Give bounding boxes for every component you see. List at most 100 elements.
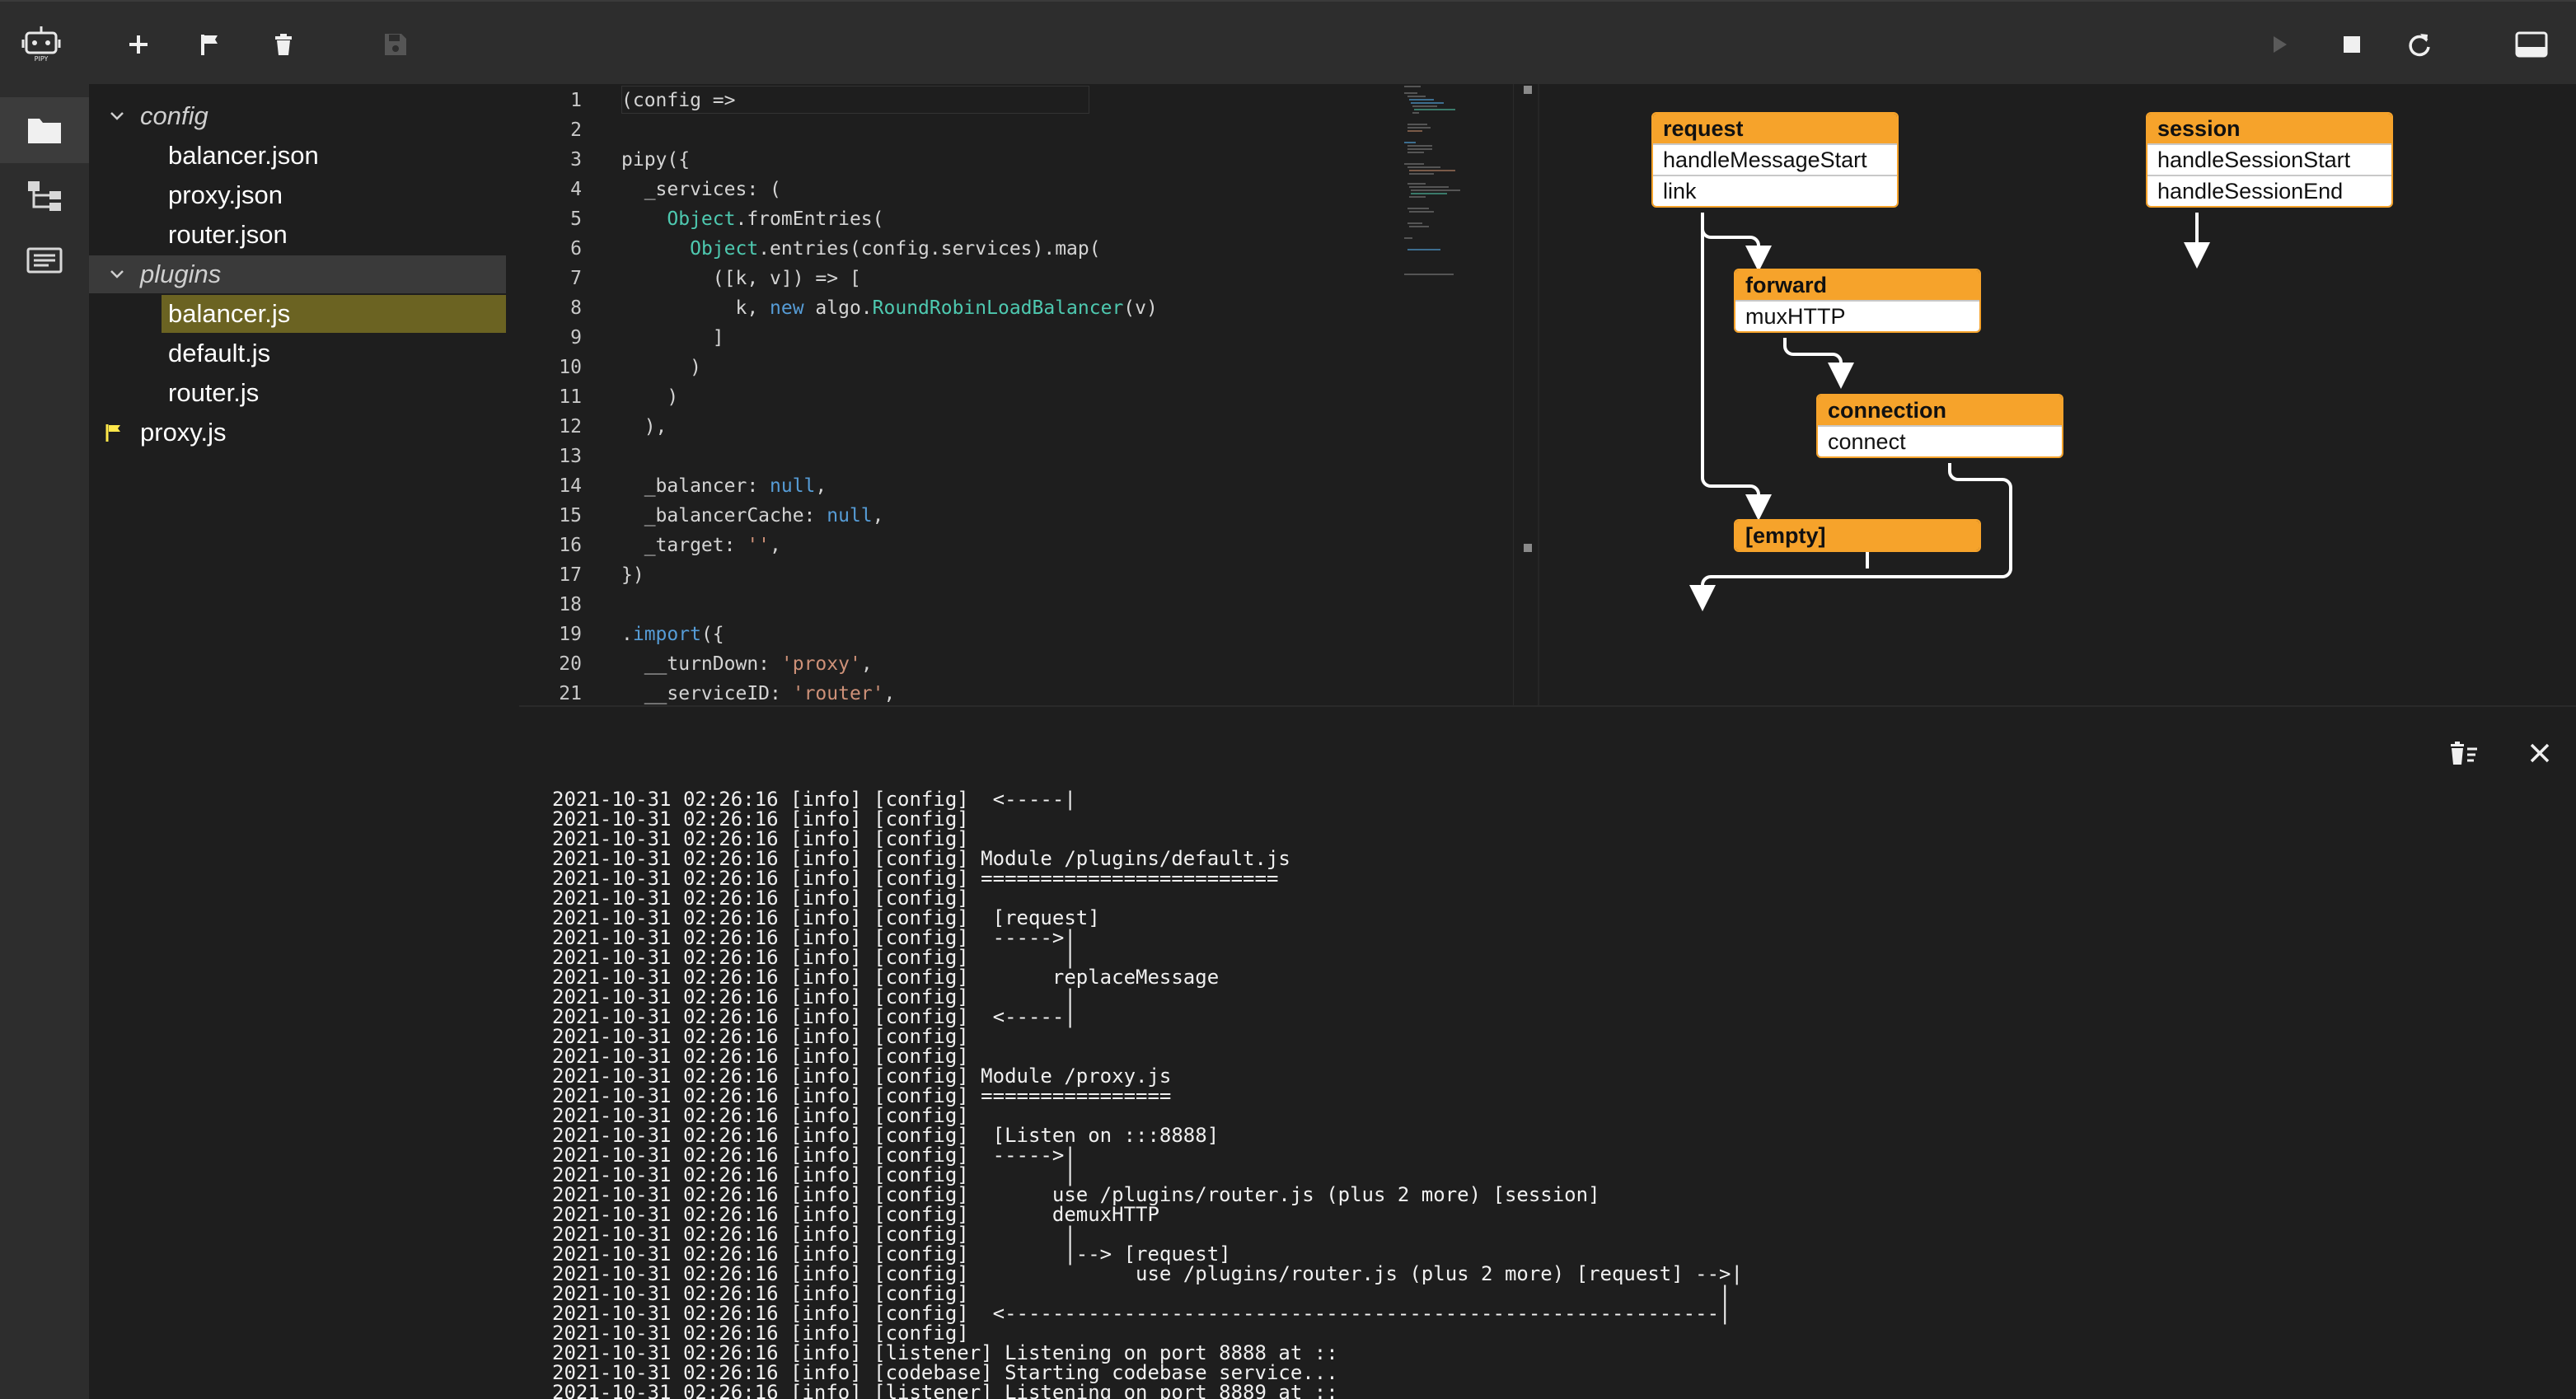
log-line: 2021-10-31 02:26:16 [info] [config] demu… <box>552 1203 1159 1226</box>
pipeline-graph[interactable]: request handleMessageStart link session … <box>1538 84 2576 705</box>
node-request[interactable]: request handleMessageStart link <box>1651 112 1899 208</box>
code-line[interactable]: Object.entries(config.services).map( <box>621 234 1101 264</box>
line-number: 11 <box>559 386 582 408</box>
code-line[interactable]: _services: ( <box>621 175 781 204</box>
pipy-editor-window: PIPY config balancer.json proxy.json rou… <box>0 0 2576 1399</box>
node-empty[interactable]: [empty] <box>1734 519 1981 552</box>
file-proxy-json[interactable]: proxy.json <box>89 176 506 214</box>
code-line[interactable]: .import({ <box>621 620 724 649</box>
explorer-tab[interactable] <box>0 97 89 163</box>
code-line[interactable]: ] <box>621 323 724 353</box>
svg-text:PIPY: PIPY <box>35 55 49 63</box>
folder-plugins[interactable]: plugins <box>89 255 506 293</box>
edge-link-empty <box>1701 213 1772 521</box>
code-line[interactable]: pipy({ <box>621 145 690 175</box>
code-line[interactable]: _balancerCache: null, <box>621 501 884 531</box>
code-line[interactable]: __turnDown: 'proxy', <box>621 649 873 679</box>
log-line: 2021-10-31 02:26:16 [info] [config] | <box>552 1282 1731 1305</box>
log-line: 2021-10-31 02:26:16 [info] [config] use … <box>552 1183 1600 1206</box>
folder-config[interactable]: config <box>89 97 506 135</box>
node-item: handleMessageStart <box>1653 143 1897 175</box>
hierarchy-icon <box>28 181 61 211</box>
delete-file-button[interactable] <box>262 23 305 66</box>
log-line: 2021-10-31 02:26:16 [info] [config] [Lis… <box>552 1124 1220 1147</box>
reload-button[interactable] <box>2398 23 2441 66</box>
file-router-js[interactable]: router.js <box>89 374 506 412</box>
play-icon <box>2274 36 2287 53</box>
close-console-button[interactable] <box>2518 732 2561 774</box>
line-number: 1 <box>570 90 582 111</box>
log-line: 2021-10-31 02:26:16 [info] [config] <box>552 1045 969 1068</box>
folder-icon <box>28 119 61 143</box>
line-number: 14 <box>559 475 582 497</box>
folder-label: plugins <box>140 260 222 288</box>
code-editor[interactable]: 1 2 3 4 5 6 7 8 9 10 11 12 13 14 15 16 17 18 19 20 21 (confi… <box>519 84 1538 705</box>
edge-link-forward <box>1701 213 1772 272</box>
code-line[interactable]: (config => <box>621 86 735 115</box>
node-forward[interactable]: forward muxHTTP <box>1734 269 1981 333</box>
node-item: handleSessionStart <box>2147 143 2391 175</box>
log-line: 2021-10-31 02:26:16 [info] [config] | <box>552 985 1076 1008</box>
file-balancer-js[interactable]: balancer.js <box>162 295 506 333</box>
log-line: 2021-10-31 02:26:16 [info] [config] <---… <box>552 1302 1731 1325</box>
line-number: 19 <box>559 624 582 645</box>
code-line[interactable]: __serviceID: 'router', <box>621 679 896 705</box>
log-output[interactable]: 2021-10-31 02:26:16 [info] [config] <---… <box>552 789 2563 1399</box>
chevron-down-icon <box>110 112 124 120</box>
log-line: 2021-10-31 02:26:16 [info] [config] <box>552 827 969 850</box>
node-title: [empty] <box>1735 521 1979 550</box>
toggle-panel-button[interactable] <box>2510 23 2553 66</box>
code-line[interactable]: ) <box>621 382 678 412</box>
file-balancer-json[interactable]: balancer.json <box>89 137 506 175</box>
set-entry-button[interactable] <box>190 23 232 66</box>
save-button[interactable] <box>374 23 417 66</box>
code-line[interactable]: ([k, v]) => [ <box>621 264 861 293</box>
log-line: 2021-10-31 02:26:16 [info] [config] repl… <box>552 966 1220 989</box>
console-tab[interactable] <box>0 229 89 295</box>
new-file-button[interactable] <box>117 23 160 66</box>
panel-icon <box>2515 31 2548 58</box>
log-line: 2021-10-31 02:26:16 [info] [config] ----… <box>552 1144 1076 1167</box>
log-line: 2021-10-31 02:26:16 [info] [config] | <box>552 1223 1076 1246</box>
scrollbar-marker <box>1524 86 1532 94</box>
node-item: link <box>1653 175 1897 206</box>
log-line: 2021-10-31 02:26:16 [info] [config] [req… <box>552 906 1100 929</box>
stop-button[interactable] <box>2330 23 2373 66</box>
line-number: 6 <box>570 238 582 260</box>
log-line: 2021-10-31 02:26:16 [info] [config] <box>552 807 969 831</box>
log-line: 2021-10-31 02:26:16 [info] [config] <---… <box>552 789 1076 811</box>
node-connection[interactable]: connection connect <box>1816 394 2063 458</box>
code-line[interactable]: _target: '', <box>621 531 781 560</box>
code-line[interactable]: ) <box>621 353 701 382</box>
code-line[interactable]: Object.fromEntries( <box>621 204 883 234</box>
editor-scrollbar[interactable] <box>1513 84 1538 705</box>
line-number: 7 <box>570 268 582 289</box>
node-item: muxHTTP <box>1735 300 1979 331</box>
file-proxy-js[interactable]: proxy.js <box>89 414 506 452</box>
chevron-down-icon <box>110 270 124 278</box>
line-number: 5 <box>570 208 582 230</box>
log-line: 2021-10-31 02:26:16 [info] [config] <box>552 1104 969 1127</box>
edge-mux-connection <box>1783 338 1854 389</box>
log-line: 2021-10-31 02:26:16 [info] [config] <---… <box>552 1005 1076 1028</box>
clear-log-button[interactable] <box>2443 732 2485 774</box>
hierarchy-tab[interactable] <box>0 163 89 229</box>
code-line[interactable]: k, new algo.RoundRobinLoadBalancer(v) <box>621 293 1157 323</box>
code-line[interactable]: }) <box>621 560 644 590</box>
code-line[interactable]: ), <box>621 412 667 442</box>
file-router-json[interactable]: router.json <box>89 216 506 254</box>
line-number: 21 <box>559 683 582 704</box>
line-number: 2 <box>570 119 582 141</box>
log-line: 2021-10-31 02:26:16 [info] [config] |-->… <box>552 1242 1231 1266</box>
file-label: balancer.json <box>168 141 319 170</box>
log-line: 2021-10-31 02:26:16 [info] [config] Modu… <box>552 847 1290 870</box>
line-number: 12 <box>559 416 582 437</box>
minimap[interactable] <box>1401 84 1500 348</box>
log-line: 2021-10-31 02:26:16 [info] [listener] Li… <box>552 1341 1338 1364</box>
code-line[interactable]: _balancer: null, <box>621 471 827 501</box>
log-line: 2021-10-31 02:26:16 [info] [config] ====… <box>552 867 1279 890</box>
run-button[interactable] <box>2258 23 2301 66</box>
node-session[interactable]: session handleSessionStart handleSession… <box>2146 112 2393 208</box>
line-number: 15 <box>559 505 582 526</box>
file-default-js[interactable]: default.js <box>89 335 506 372</box>
